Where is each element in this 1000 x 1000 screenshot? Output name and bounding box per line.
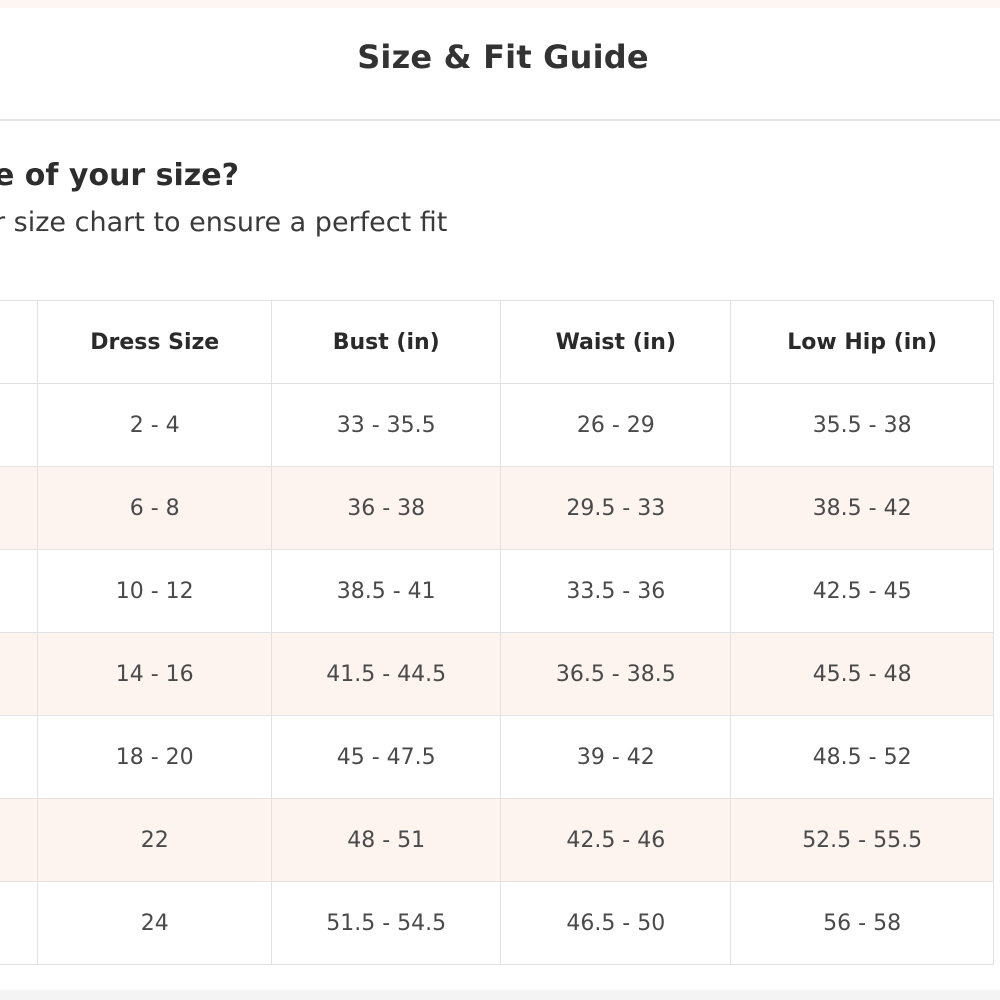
size-chart-subtext: r size chart to ensure a perfect fit [0, 207, 448, 238]
cell-waist: 36.5 - 38.5 [500, 632, 732, 716]
cell-low-hip: 52.5 - 55.5 [730, 798, 994, 882]
cell-dress-size: 10 - 12 [37, 549, 273, 633]
cell-low-hip: 56 - 58 [730, 881, 994, 965]
cell-low-hip: 48.5 - 52 [730, 715, 994, 799]
title-divider [0, 119, 1000, 121]
table-row: 24 51.5 - 54.5 46.5 - 50 56 - 58 [0, 881, 994, 965]
cell-waist: 42.5 - 46 [500, 798, 732, 882]
cell-waist: 26 - 29 [500, 383, 732, 467]
size-question-heading: e of your size? [0, 158, 240, 193]
table-row: 2 - 4 33 - 35.5 26 - 29 35.5 - 38 [0, 383, 994, 467]
table-row: 22 48 - 51 42.5 - 46 52.5 - 55.5 [0, 798, 994, 882]
cell-low-hip: 42.5 - 45 [730, 549, 994, 633]
cell-waist: 29.5 - 33 [500, 466, 732, 550]
cell-dress-size: 6 - 8 [37, 466, 273, 550]
cell-low-hip: 35.5 - 38 [730, 383, 994, 467]
cell-dress-size: 14 - 16 [37, 632, 273, 716]
cell-size-label [0, 798, 39, 882]
cell-bust: 51.5 - 54.5 [271, 881, 502, 965]
cell-size-label [0, 632, 39, 716]
cell-size-label [0, 549, 39, 633]
cell-size-label [0, 466, 39, 550]
cell-waist: 46.5 - 50 [500, 881, 732, 965]
size-chart-table: Dress Size Bust (in) Waist (in) Low Hip … [0, 300, 994, 965]
cell-dress-size: 18 - 20 [37, 715, 273, 799]
bottom-band [0, 990, 1000, 1000]
table-row: 14 - 16 41.5 - 44.5 36.5 - 38.5 45.5 - 4… [0, 632, 994, 716]
cell-waist: 33.5 - 36 [500, 549, 732, 633]
cell-waist: 39 - 42 [500, 715, 732, 799]
cell-low-hip: 38.5 - 42 [730, 466, 994, 550]
cell-dress-size: 2 - 4 [37, 383, 273, 467]
header-size-label [0, 300, 39, 384]
cell-size-label [0, 881, 39, 965]
cell-bust: 45 - 47.5 [271, 715, 502, 799]
table-row: 6 - 8 36 - 38 29.5 - 33 38.5 - 42 [0, 466, 994, 550]
cell-dress-size: 22 [37, 798, 273, 882]
header-low-hip: Low Hip (in) [730, 300, 994, 384]
modal-title: Size & Fit Guide [357, 38, 649, 76]
cell-low-hip: 45.5 - 48 [730, 632, 994, 716]
header-dress-size: Dress Size [37, 300, 273, 384]
cell-size-label [0, 715, 39, 799]
top-band [0, 0, 1000, 8]
cell-bust: 41.5 - 44.5 [271, 632, 502, 716]
cell-bust: 33 - 35.5 [271, 383, 502, 467]
table-header-row: Dress Size Bust (in) Waist (in) Low Hip … [0, 300, 994, 384]
cell-bust: 36 - 38 [271, 466, 502, 550]
table-row: 10 - 12 38.5 - 41 33.5 - 36 42.5 - 45 [0, 549, 994, 633]
cell-size-label [0, 383, 39, 467]
table-row: 18 - 20 45 - 47.5 39 - 42 48.5 - 52 [0, 715, 994, 799]
header-waist: Waist (in) [500, 300, 732, 384]
cell-bust: 38.5 - 41 [271, 549, 502, 633]
header-bust: Bust (in) [271, 300, 502, 384]
cell-dress-size: 24 [37, 881, 273, 965]
cell-bust: 48 - 51 [271, 798, 502, 882]
